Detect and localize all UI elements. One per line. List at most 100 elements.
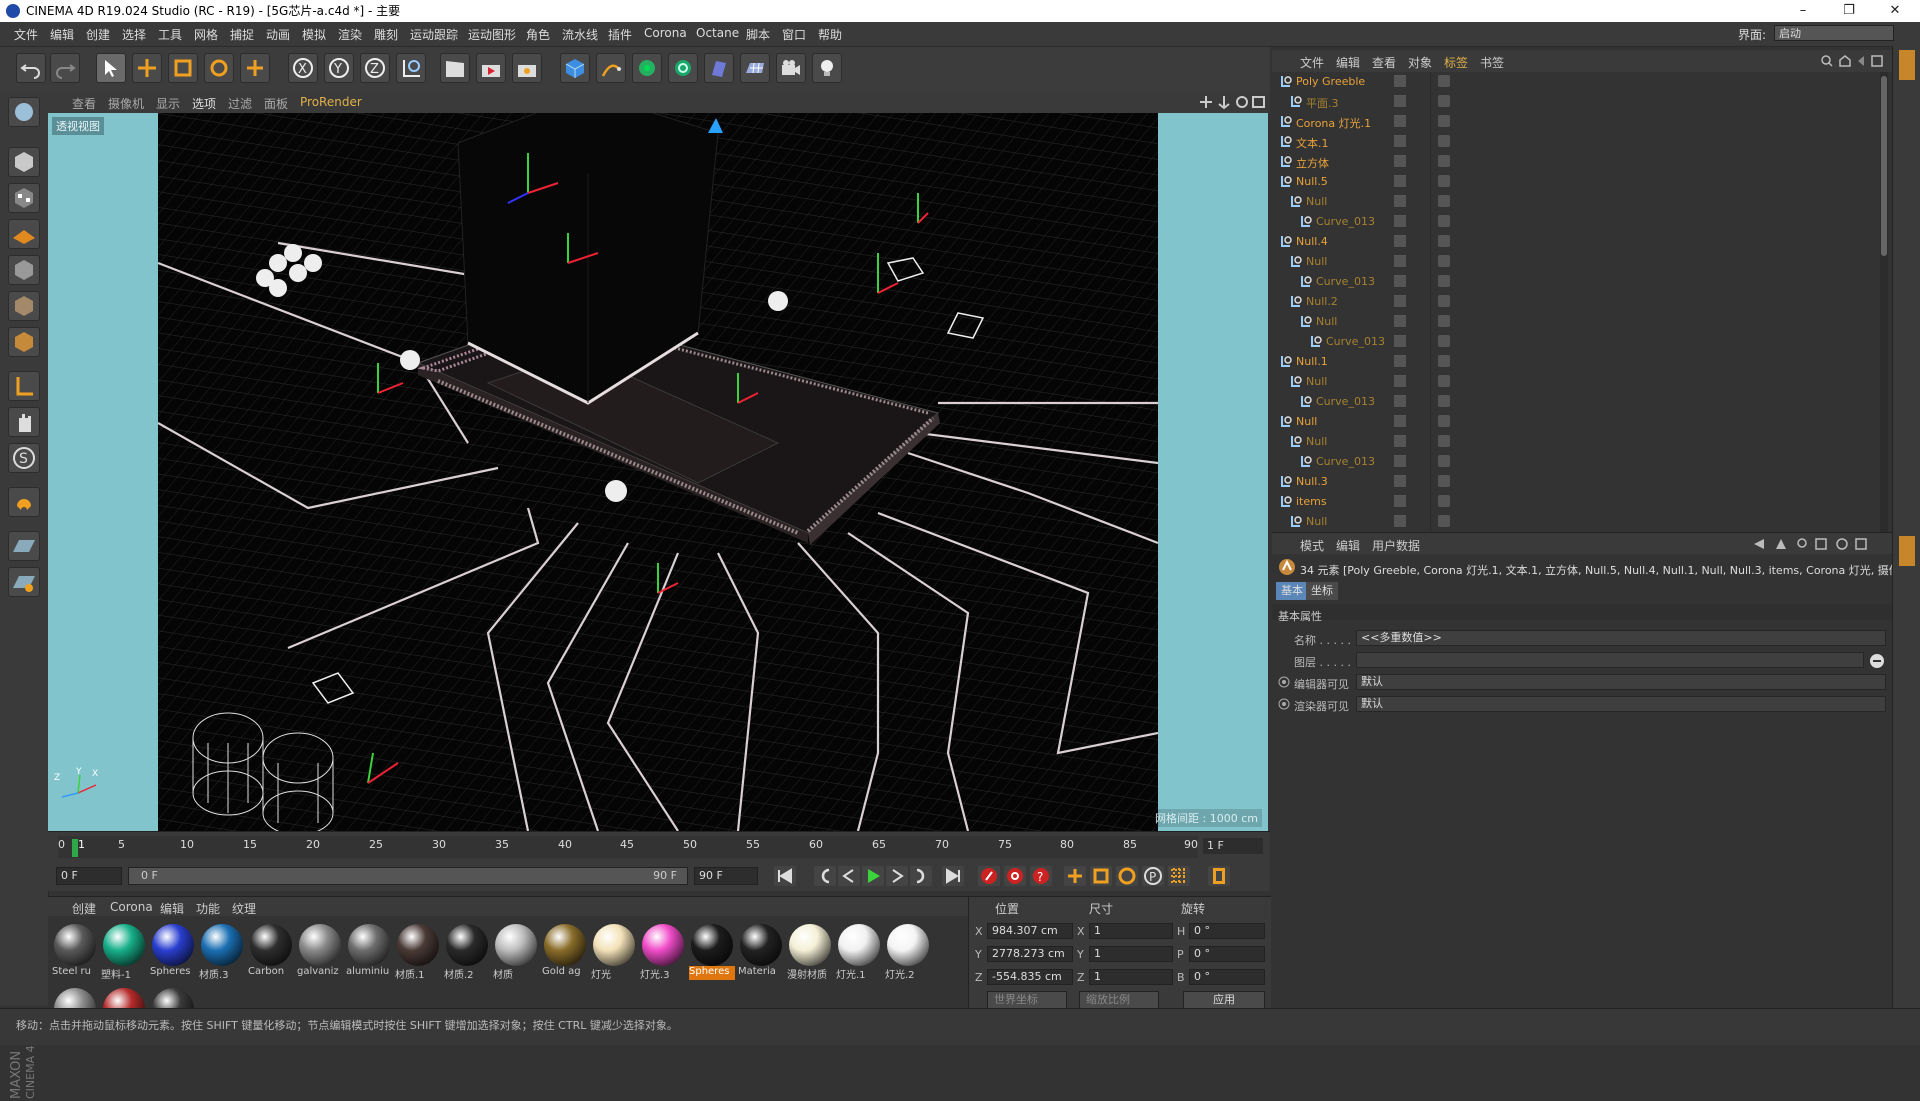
object-row[interactable]: Corona 灯光.1 xyxy=(1272,112,1892,132)
material-swatch[interactable]: 塑料-1 xyxy=(101,922,147,982)
visibility-toggle[interactable] xyxy=(1394,415,1406,427)
object-name[interactable]: Null xyxy=(1306,255,1327,268)
axis-mode-button[interactable] xyxy=(8,371,40,401)
material-swatch[interactable]: Materia xyxy=(738,922,784,982)
viewport-navigation-icons[interactable] xyxy=(1198,94,1268,110)
object-name[interactable]: Null.2 xyxy=(1306,295,1338,308)
object-row[interactable]: Null xyxy=(1272,412,1892,432)
visibility-toggle[interactable] xyxy=(1394,75,1406,87)
object-row[interactable]: Null xyxy=(1272,192,1892,212)
grid-lock-button[interactable] xyxy=(8,531,40,561)
material-swatch[interactable]: 材质 xyxy=(493,922,539,982)
z-axis-lock-button[interactable]: Z xyxy=(360,53,390,83)
y-axis-lock-button[interactable]: Y xyxy=(324,53,354,83)
viewport-menu-display[interactable]: 显示 xyxy=(156,95,180,112)
object-tag[interactable] xyxy=(1438,195,1450,207)
rotation-b-field[interactable]: 0 ° xyxy=(1189,969,1265,985)
object-row[interactable]: items xyxy=(1272,492,1892,512)
key-parameter-button[interactable]: P xyxy=(1142,866,1164,886)
object-name[interactable]: Curve_013 xyxy=(1316,275,1375,288)
go-to-start-button[interactable] xyxy=(774,866,796,886)
next-key-button[interactable] xyxy=(910,866,932,886)
object-menu-view[interactable]: 查看 xyxy=(1372,54,1396,71)
attribute-manager-nav-icons[interactable] xyxy=(1752,537,1888,551)
previous-key-button[interactable] xyxy=(814,866,836,886)
render-picture-viewer-button[interactable] xyxy=(476,53,506,83)
object-row[interactable]: Null xyxy=(1272,252,1892,272)
close-button[interactable]: ✕ xyxy=(1872,0,1918,22)
object-name[interactable]: Null xyxy=(1296,415,1317,428)
material-swatch[interactable]: Spheres xyxy=(689,922,735,982)
start-frame-field[interactable]: 0 F xyxy=(56,867,122,885)
menu-mograph[interactable]: 运动图形 xyxy=(468,26,516,43)
menu-window[interactable]: 窗口 xyxy=(782,26,806,43)
object-tag[interactable] xyxy=(1438,115,1450,127)
animate-toggle-icon[interactable] xyxy=(1278,698,1290,710)
rotate-tool-button[interactable] xyxy=(204,53,234,83)
object-name[interactable]: 立方体 xyxy=(1296,155,1329,171)
object-tag[interactable] xyxy=(1438,95,1450,107)
object-menu-tags[interactable]: 标签 xyxy=(1444,54,1468,71)
visibility-toggle[interactable] xyxy=(1394,175,1406,187)
apply-button[interactable]: 应用 xyxy=(1183,991,1265,1009)
menu-help[interactable]: 帮助 xyxy=(818,26,842,43)
object-row[interactable]: 文本.1 xyxy=(1272,132,1892,152)
object-name[interactable]: Null.4 xyxy=(1296,235,1328,248)
minimize-button[interactable]: – xyxy=(1780,0,1826,22)
attribute-menu-user-data[interactable]: 用户数据 xyxy=(1372,537,1420,554)
points-mode-button[interactable] xyxy=(8,255,40,285)
material-swatch[interactable]: 漫射材质 xyxy=(787,922,833,982)
cloner-button[interactable] xyxy=(668,53,698,83)
object-name[interactable]: Curve_013 xyxy=(1316,215,1375,228)
object-tag[interactable] xyxy=(1438,415,1450,427)
visibility-toggle[interactable] xyxy=(1394,275,1406,287)
visibility-toggle[interactable] xyxy=(1394,355,1406,367)
timeline-layout-button[interactable] xyxy=(1208,866,1230,886)
material-swatch[interactable]: Spheres xyxy=(150,922,196,982)
texture-mode-button[interactable] xyxy=(8,183,40,213)
keyframe-selection-button[interactable]: ? xyxy=(1030,866,1052,886)
preview-range-slider[interactable]: 0 F 90 F xyxy=(128,867,688,885)
select-tool-button[interactable] xyxy=(96,53,126,83)
workplane-align-button[interactable] xyxy=(8,567,40,597)
viewport-menu-options[interactable]: 选项 xyxy=(192,95,216,112)
material-menu-corona[interactable]: Corona xyxy=(110,900,153,914)
timeline-ruler[interactable]: 0 1 5 10 15 20 25 30 35 40 45 50 55 60 6… xyxy=(58,836,1198,858)
object-tag[interactable] xyxy=(1438,155,1450,167)
object-name[interactable]: Null xyxy=(1306,515,1327,528)
position-x-field[interactable]: 984.307 cm xyxy=(987,923,1073,939)
x-axis-lock-button[interactable]: X xyxy=(288,53,318,83)
object-name[interactable]: Curve_013 xyxy=(1326,335,1385,348)
material-swatch[interactable]: 灯光 xyxy=(591,922,637,982)
object-tag[interactable] xyxy=(1438,235,1450,247)
viewport-camera-label[interactable]: 透视视图 xyxy=(52,117,104,135)
menu-animate[interactable]: 动画 xyxy=(266,26,290,43)
visibility-toggle[interactable] xyxy=(1394,95,1406,107)
menu-edit[interactable]: 编辑 xyxy=(50,26,74,43)
menu-script[interactable]: 脚本 xyxy=(746,26,770,43)
object-tag[interactable] xyxy=(1438,295,1450,307)
render-visible-select[interactable]: 默认 xyxy=(1356,696,1886,712)
record-button[interactable] xyxy=(978,866,1000,886)
visibility-toggle[interactable] xyxy=(1394,515,1406,527)
snap-button[interactable]: S xyxy=(8,443,40,473)
scale-mode-dropdown[interactable]: 缩放比例 xyxy=(1079,991,1159,1009)
object-menu-objects[interactable]: 对象 xyxy=(1408,54,1432,71)
previous-frame-button[interactable] xyxy=(838,866,860,886)
object-name[interactable]: Poly Greeble xyxy=(1296,75,1365,88)
object-menu-file[interactable]: 文件 xyxy=(1300,54,1324,71)
object-row[interactable]: Null.3 xyxy=(1272,472,1892,492)
menu-mesh[interactable]: 网格 xyxy=(194,26,218,43)
coordinate-system-button[interactable] xyxy=(396,53,426,83)
menu-pipeline[interactable]: 流水线 xyxy=(562,26,598,43)
object-tag[interactable] xyxy=(1438,455,1450,467)
object-row[interactable]: Curve_013 xyxy=(1272,452,1892,472)
rotation-p-field[interactable]: 0 ° xyxy=(1189,946,1265,962)
object-name[interactable]: Null xyxy=(1306,195,1327,208)
visibility-toggle[interactable] xyxy=(1394,455,1406,467)
edges-mode-button[interactable] xyxy=(8,291,40,321)
position-y-field[interactable]: 2778.273 cm xyxy=(987,946,1073,962)
visibility-toggle[interactable] xyxy=(1394,255,1406,267)
material-swatch[interactable]: 灯光.3 xyxy=(640,922,686,982)
material-menu-function[interactable]: 功能 xyxy=(196,900,220,917)
